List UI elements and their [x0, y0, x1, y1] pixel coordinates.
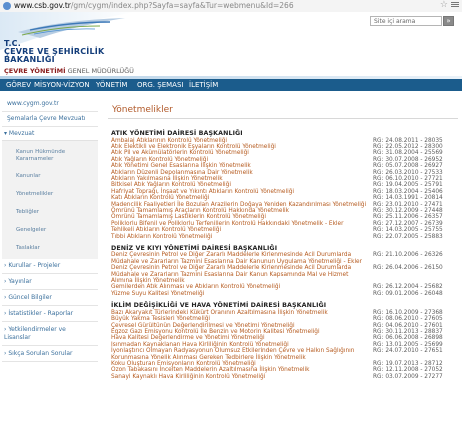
search-button[interactable]: »: [443, 16, 454, 26]
nav-iletisim[interactable]: İLETİŞİM: [189, 79, 218, 91]
nav-misyon-vizyon[interactable]: MİSYON-VİZYON: [34, 79, 90, 91]
official-gazette-ref: RG: 03.07.2009 - 27277: [373, 373, 443, 380]
regulation-row: Yüzme Suyu Kalitesi Yönetmeliği RG: 09.01…: [111, 291, 458, 298]
sidebar-item-tebligler[interactable]: Tebliğler: [16, 209, 39, 216]
section-title: ATIK YÖNETİMİ DAİRESİ BAŞKANLIĞI: [111, 130, 243, 137]
nav-gorev[interactable]: GÖREV: [6, 79, 31, 91]
logo-ministry-line2: BAKANLIĞI: [4, 55, 55, 64]
sidebar-mevzuat-label: Mevzuat: [8, 130, 35, 137]
sidebar-item-khk[interactable]: Kanun Hükmünde Kararnameler: [16, 149, 76, 163]
bookmark-star-icon[interactable]: ☆: [440, 0, 448, 11]
sidebar-item-taslaklar[interactable]: Taslaklar: [16, 245, 40, 252]
regulation-row: Sanayi Kaynaklı Hava Kirliliğinin Kontro…: [111, 374, 458, 381]
sidebar-item-sss[interactable]: › Sıkça Sorulan Sorular: [4, 350, 100, 358]
directorate-name-bold: ÇEVRE YÖNETİMİ: [4, 67, 66, 75]
title-divider: [108, 118, 458, 119]
sidebar-item-istatistikler-label: İstatistikler - Raporlar: [8, 310, 74, 317]
sidebar-item-yetkilendirmeler-label: Yetkilendirmeler ve Lisanslar: [4, 326, 66, 341]
official-gazette-ref: RG: 22.07.2005 - 25883: [373, 233, 443, 240]
sidebar-link-semalarla[interactable]: Şemalarla Çevre Mevzuatı: [7, 115, 103, 123]
regulation-row: Tıbbi Atıkların Kontrolü Yönetmeliği RG: …: [111, 234, 458, 241]
sidebar-mevzuat-header[interactable]: ▾ Mevzuat: [4, 130, 100, 138]
section-title: DENİZ VE KIYI YÖNETİMİ DAİRESİ BAŞKANLIĞ…: [111, 244, 278, 252]
sidebar-item-yonetmelikler[interactable]: Yönetmelikler: [16, 191, 53, 198]
sidebar-item-genelgeler[interactable]: Genelgeler: [16, 227, 46, 234]
sidebar-item-kanunlar[interactable]: Kanunlar: [16, 173, 41, 180]
directorate-name-rest: GENEL MÜDÜRLÜĞÜ: [65, 67, 134, 75]
regulation-link[interactable]: Yüzme Suyu Kalitesi Yönetmeliği: [111, 291, 204, 298]
sidebar-item-istatistikler[interactable]: › İstatistikler - Raporlar: [4, 310, 100, 318]
main-nav: GÖREV MİSYON-VİZYON YÖNETİM ORG. ŞEMASI …: [0, 79, 462, 91]
regulation-link[interactable]: Sanayi Kaynaklı Hava Kirliliğinin Kontro…: [111, 374, 265, 381]
url-host: www.csb.gov.tr: [14, 1, 71, 10]
sidebar-item-kurullar[interactable]: › Kurullar - Projeler: [4, 262, 100, 270]
official-gazette-ref: RG: 09.01.2006 - 26048: [373, 290, 443, 297]
sidebar-item-guncel-label: Güncel Bilgiler: [8, 294, 52, 301]
site-header: T.C. ÇEVRE VE ŞEHİRCİLİK BAKANLIĞI ÇEVRE…: [0, 12, 462, 88]
sidebar-item-guncel[interactable]: › Güncel Bilgiler: [4, 294, 100, 302]
directorate-name: ÇEVRE YÖNETİMİ GENEL MÜDÜRLÜĞÜ: [4, 67, 134, 75]
globe-icon: [3, 2, 11, 10]
sidebar-link-cygm[interactable]: www.cygm.gov.tr: [7, 100, 103, 108]
sidebar-mevzuat-submenu: Kanun Hükmünde Kararnameler Kanunlar Yön…: [2, 140, 98, 259]
section-title: İKLİM DEĞİŞİKLİĞİ VE HAVA YÖNETİMİ DAİRE…: [111, 302, 327, 310]
menu-icon[interactable]: [451, 1, 459, 10]
site-search-input[interactable]: Site içi arama: [370, 16, 442, 26]
url-path: /gm/cygm/index.php?Sayfa=sayfa&Tur=webme…: [70, 1, 294, 10]
regulation-link[interactable]: Tıbbi Atıkların Kontrolü Yönetmeliği: [111, 234, 212, 241]
sidebar-item-kurullar-label: Kurullar - Projeler: [8, 262, 61, 269]
sidebar-item-sss-label: Sıkça Sorulan Sorular: [8, 350, 73, 357]
nav-yonetim[interactable]: YÖNETİM: [96, 79, 127, 91]
page-title: Yönetmelikler: [112, 105, 173, 115]
sidebar-item-yayinlar[interactable]: › Yayınlar: [4, 278, 100, 286]
sidebar-item-yetkilendirmeler[interactable]: › Yetkilendirmeler ve Lisanslar: [4, 326, 88, 342]
nav-org-semasi[interactable]: ORG. ŞEMASI: [137, 79, 183, 91]
sidebar-item-yayinlar-label: Yayınlar: [8, 278, 32, 285]
url-text[interactable]: www.csb.gov.tr/gm/cygm/index.php?Sayfa=s…: [14, 1, 294, 11]
